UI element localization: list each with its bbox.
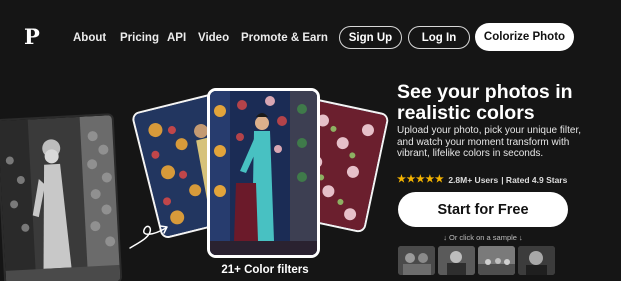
nav-video[interactable]: Video xyxy=(198,31,229,45)
start-for-free-button[interactable]: Start for Free xyxy=(398,192,568,227)
nav-about[interactable]: About xyxy=(73,31,106,45)
page: P About Pricing API Video Promote & Earn… xyxy=(0,0,621,281)
log-in-button[interactable]: Log In xyxy=(408,26,470,49)
color-filters-label: 21+ Color filters xyxy=(221,264,309,276)
sample-thumbnail-image xyxy=(518,246,555,275)
hero-description: Upload your photo, pick your unique filt… xyxy=(397,125,581,159)
logo[interactable]: P xyxy=(24,25,40,49)
sample-thumbnail-image xyxy=(438,246,475,275)
sample-thumbnail[interactable] xyxy=(478,246,515,275)
users-count: 2.8M+ Users xyxy=(448,174,499,185)
sample-card-center xyxy=(207,88,320,258)
card-center-image xyxy=(210,91,317,255)
arrow-doodle-icon xyxy=(129,225,168,249)
sample-thumbnail[interactable] xyxy=(518,246,555,275)
rated-label: | Rated 4.9 Stars xyxy=(501,174,568,185)
nav-api[interactable]: API xyxy=(167,31,186,45)
bw-sample-photo xyxy=(0,113,123,281)
nav-promote-earn[interactable]: Promote & Earn xyxy=(241,31,328,45)
sign-up-button[interactable]: Sign Up xyxy=(339,26,402,49)
rating-row: ★★★★★ 2.8M+ Users | Rated 4.9 Stars xyxy=(397,174,567,185)
hero-title: See your photos in realistic colors xyxy=(397,81,573,124)
sample-thumbnail-image xyxy=(478,246,515,275)
sample-thumbnail-image xyxy=(398,246,435,275)
star-rating-icon: ★★★★★ xyxy=(397,174,445,185)
sample-thumbnail[interactable] xyxy=(398,246,435,275)
sample-hint: ↓ Or click on a sample ↓ xyxy=(443,233,523,242)
nav-pricing[interactable]: Pricing xyxy=(120,31,159,45)
colorize-photo-button[interactable]: Colorize Photo xyxy=(475,23,574,51)
bw-photo-image xyxy=(0,114,123,281)
sample-thumbnail[interactable] xyxy=(438,246,475,275)
